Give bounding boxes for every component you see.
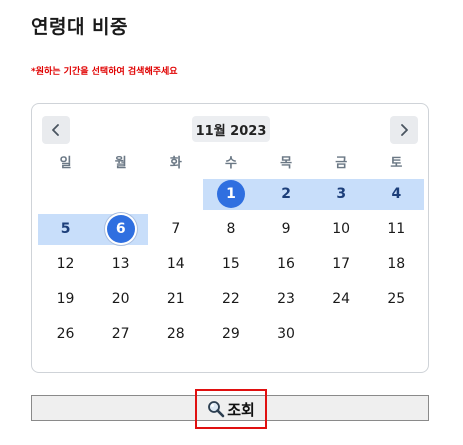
week-row: 12 13 14 15 16 17 18 [38, 249, 424, 280]
day-cell[interactable]: 28 [148, 319, 203, 350]
day-cell[interactable]: 19 [38, 284, 93, 315]
weekday-label: 수 [224, 156, 237, 171]
day-cell-empty [369, 319, 424, 350]
week-row: 5 6 7 8 9 10 11 [38, 214, 424, 245]
day-cell[interactable]: 29 [203, 319, 258, 350]
weekday-label: 토 [390, 156, 403, 171]
day-number: 17 [332, 256, 351, 273]
day-cell[interactable]: 25 [369, 284, 424, 315]
day-number: 18 [387, 256, 406, 273]
day-cell[interactable]: 7 [148, 214, 203, 245]
day-number: 13 [111, 256, 130, 273]
day-cell[interactable]: 18 [369, 249, 424, 280]
day-number: 28 [166, 326, 185, 343]
day-number: 20 [111, 291, 130, 308]
day-number: 9 [281, 221, 291, 238]
search-button[interactable]: 조회 [195, 389, 267, 429]
day-number: 15 [222, 256, 240, 273]
day-number: 1 [216, 180, 245, 209]
day-number: 24 [332, 291, 351, 308]
day-cell[interactable]: 24 [314, 284, 369, 315]
day-number: 3 [336, 186, 347, 203]
day-number: 16 [277, 256, 295, 273]
day-number: 25 [387, 291, 406, 308]
day-cell[interactable]: 4 [368, 179, 424, 210]
day-cell[interactable]: 12 [38, 249, 93, 280]
day-cell[interactable]: 27 [93, 319, 148, 350]
day-number: 7 [171, 221, 181, 238]
weekday-label: 일 [59, 156, 72, 171]
day-number: 30 [277, 326, 295, 343]
month-year-label[interactable]: 11월 2023 [192, 116, 270, 142]
weekday-label: 목 [280, 156, 293, 171]
week-row: 19 20 21 22 23 24 25 [38, 284, 424, 315]
weekday-header: 일 월 화 수 목 금 토 [38, 152, 424, 171]
day-cell[interactable]: 22 [203, 284, 258, 315]
day-number: 19 [56, 291, 75, 308]
day-number: 22 [222, 291, 240, 308]
search-notice: *원하는 기간을 선택하여 검색해주세요 [31, 67, 178, 77]
magnifier-icon [208, 401, 225, 418]
day-cell-empty [148, 179, 203, 210]
week-row: 26 27 28 29 30 [38, 319, 424, 350]
day-number: 4 [391, 186, 402, 203]
chevron-right-icon [401, 124, 408, 136]
day-cell-empty [93, 179, 148, 210]
day-cell[interactable]: 30 [259, 319, 314, 350]
day-cell[interactable]: 20 [93, 284, 148, 315]
chevron-left-icon [52, 124, 59, 136]
day-number: 12 [56, 256, 75, 273]
day-cell-range-end[interactable]: 6 [93, 214, 149, 245]
day-number: 21 [166, 291, 185, 308]
day-number: 2 [281, 186, 291, 203]
weekday-label: 화 [169, 156, 182, 171]
day-number: 14 [166, 256, 185, 273]
day-cell[interactable]: 3 [313, 179, 369, 210]
day-cell[interactable]: 10 [314, 214, 369, 245]
day-cell-empty [38, 179, 93, 210]
day-number: 5 [60, 221, 71, 238]
day-cell[interactable]: 15 [203, 249, 258, 280]
day-cell[interactable]: 2 [258, 179, 314, 210]
week-row: 1 2 3 4 [38, 179, 424, 210]
day-cell-empty [314, 319, 369, 350]
day-number: 6 [106, 215, 135, 244]
day-cell[interactable]: 16 [259, 249, 314, 280]
date-range-calendar: 11월 2023 일 월 화 수 목 금 토 1 2 3 4 5 6 7 8 9… [31, 103, 429, 373]
search-button-label: 조회 [227, 400, 255, 419]
day-number: 29 [222, 326, 240, 343]
day-number: 26 [56, 326, 75, 343]
day-number: 8 [226, 221, 236, 238]
day-cell[interactable]: 11 [369, 214, 424, 245]
day-cell[interactable]: 21 [148, 284, 203, 315]
page-title: 연령대 비중 [31, 16, 129, 38]
day-cell[interactable]: 17 [314, 249, 369, 280]
day-cell[interactable]: 9 [259, 214, 314, 245]
day-cell[interactable]: 23 [259, 284, 314, 315]
day-number: 27 [111, 326, 130, 343]
day-cell[interactable]: 26 [38, 319, 93, 350]
weekday-label: 월 [114, 156, 127, 171]
day-cell-range-start[interactable]: 1 [203, 179, 259, 210]
next-month-button[interactable] [390, 116, 418, 144]
weekday-label: 금 [335, 156, 348, 171]
day-number: 11 [387, 221, 406, 238]
day-cell[interactable]: 5 [38, 214, 94, 245]
prev-month-button[interactable] [42, 116, 70, 144]
day-cell[interactable]: 8 [203, 214, 258, 245]
day-cell[interactable]: 14 [148, 249, 203, 280]
day-number: 23 [277, 291, 295, 308]
day-cell[interactable]: 13 [93, 249, 148, 280]
day-number: 10 [332, 221, 351, 238]
day-grid: 1 2 3 4 5 6 7 8 9 10 11 12 13 14 15 16 1… [38, 179, 424, 354]
